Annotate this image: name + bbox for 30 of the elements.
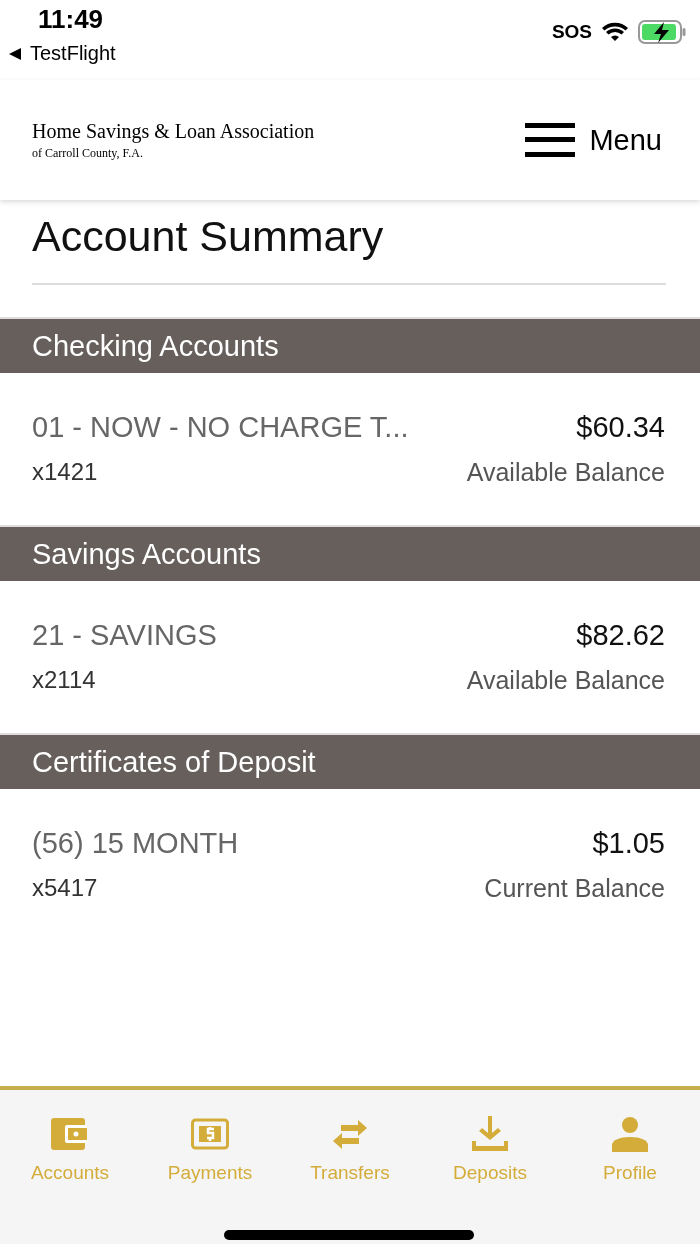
account-name: 21 - SAVINGS [32,619,218,652]
account-name: 01 - NOW - NO CHARGE T... [32,411,410,444]
account-amount: $60.34 [575,411,665,444]
account-number: x2114 [32,666,97,695]
dollar-bill-icon [191,1116,229,1152]
account-amount: $1.05 [591,827,665,860]
status-time: 11:49 [38,4,104,35]
person-icon [611,1116,649,1152]
battery-icon [638,20,686,44]
wifi-icon [602,22,628,42]
balance-label: Available Balance [466,458,665,487]
page-title: Account Summary [32,200,666,285]
account-amount: $82.62 [575,619,665,652]
bank-name: Home Savings & Loan Association [32,119,315,143]
carrier-label: SOS [551,21,592,43]
back-triangle-icon [8,46,22,61]
wallet-icon [51,1116,89,1152]
section-header: Checking Accounts [0,317,700,373]
balance-label: Current Balance [484,874,665,903]
download-icon [471,1116,509,1152]
bank-subtitle: of Carroll County, F.A. [32,145,144,161]
balance-label: Available Balance [466,666,665,695]
account-number: x5417 [32,874,99,903]
account-name: (56) 15 MONTH [32,827,240,860]
account-number: x1421 [32,458,99,487]
menu-icon [525,123,576,157]
back-link[interactable]: TestFlight [8,42,116,65]
section-header: Savings Accounts [0,525,700,581]
menu-button[interactable]: Menu [525,123,662,157]
section-header: Certificates of Deposit [0,733,700,789]
